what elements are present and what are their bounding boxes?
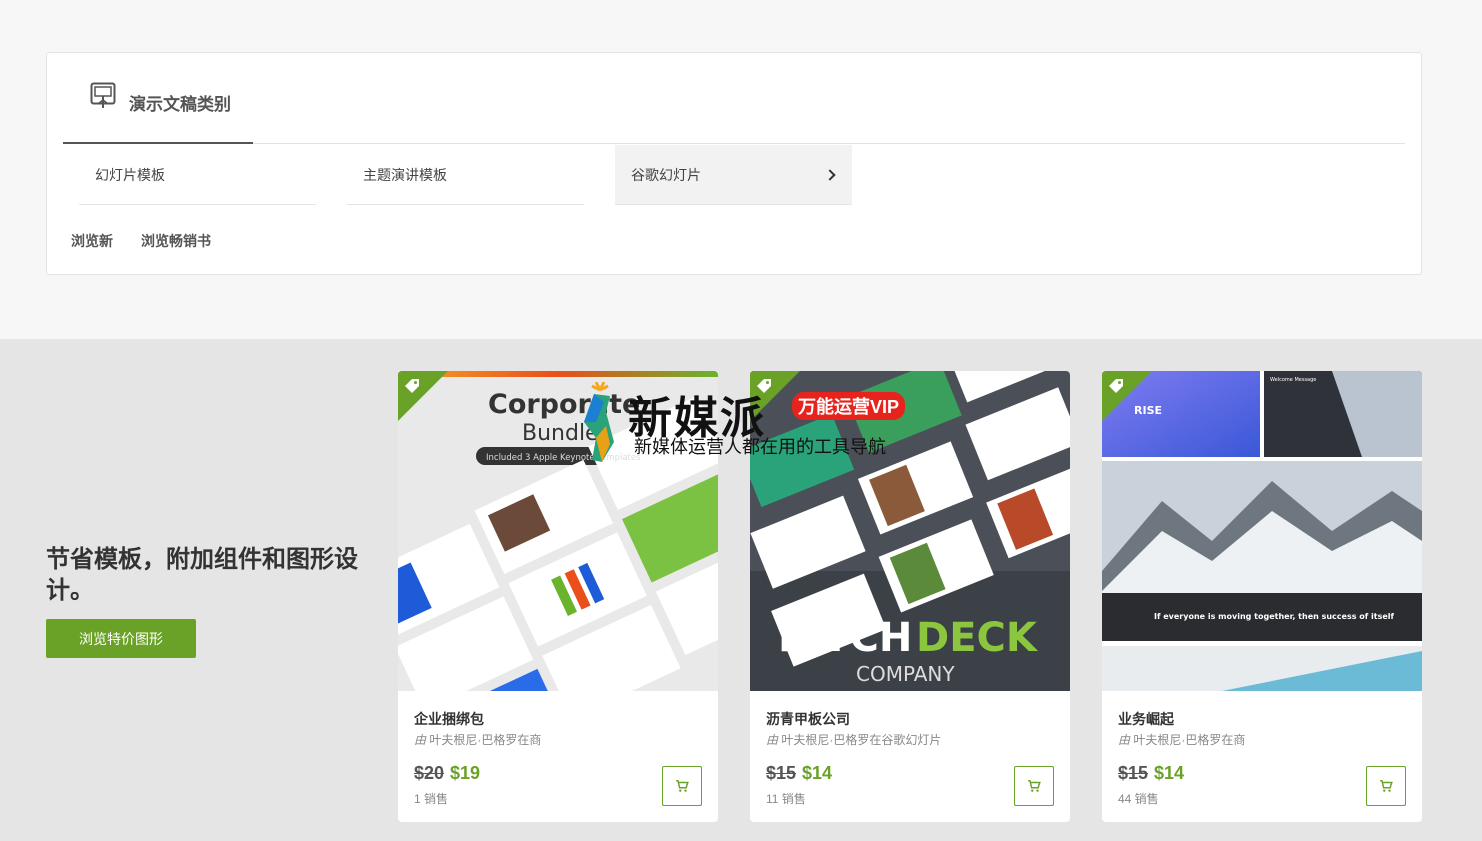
product-title[interactable]: 业务崛起 [1118,709,1174,729]
by-label: 由 [1118,733,1131,747]
category-item-label: 幻灯片模板 [95,167,165,183]
category-panel: 演示文稿类别 幻灯片模板 主题演讲模板 谷歌幻灯片 浏览新 浏览畅销书 [46,52,1422,275]
add-to-cart-button[interactable] [1366,766,1406,806]
active-underline [63,142,253,144]
add-to-cart-button[interactable] [1014,766,1054,806]
category-item-label: 主题演讲模板 [363,167,447,183]
thumb-text: COMPANY [856,662,955,686]
category-item-label: 谷歌幻灯片 [631,167,701,183]
author-name[interactable]: 叶夫根尼·巴格罗在商 [1133,733,1245,747]
watermark-tagline: 新媒体运营人都在用的工具导航 [634,437,886,457]
category-item-slides[interactable]: 幻灯片模板 [79,145,316,205]
category-item-google-slides[interactable]: 谷歌幻灯片 [615,145,852,205]
thumb-text: DECK [916,615,1039,661]
price-tag-icon [1109,379,1123,393]
original-price: $15 [1118,763,1149,783]
thumb-text: PITCH [778,615,912,661]
by-label: 由 [766,733,779,747]
top-section: 演示文稿类别 幻灯片模板 主题演讲模板 谷歌幻灯片 浏览新 浏览畅销书 [0,0,1482,339]
sale-price: $14 [802,763,833,783]
chevron-right-icon [824,169,836,181]
sale-price: $14 [1154,763,1185,783]
watermark-badge: 万能运营VIP [792,392,906,420]
thumb-text: Welcome Message [1270,377,1316,383]
sales-count: 44 销售 [1118,792,1159,806]
category-header: 演示文稿类别 [63,53,1405,144]
sales-count: 1 销售 [414,792,449,806]
original-price: $15 [766,763,797,783]
author-name[interactable]: 叶夫根尼·巴格罗在商 [429,733,541,747]
price-tag-icon [405,379,419,393]
presentation-icon [90,82,116,108]
browse-deals-button[interactable]: 浏览特价图形 [46,619,196,658]
cart-icon [676,780,689,792]
original-price: $20 [414,763,445,783]
by-label: 由 [414,733,427,747]
cart-icon [1028,780,1041,792]
product-author: 由 叶夫根尼·巴格罗在谷歌幻灯片 [766,731,941,748]
add-to-cart-button[interactable] [662,766,702,806]
product-author: 由 叶夫根尼·巴格罗在商 [414,731,541,748]
thumb-text: If everyone is moving together, then suc… [1154,612,1395,621]
watermark: 新媒派 万能运营VIP 新媒体运营人都在用的工具导航 [574,378,924,468]
sale-price: $19 [450,763,481,783]
deer-logo-icon [584,382,614,462]
author-name[interactable]: 叶夫根尼·巴格罗在谷歌幻灯片 [781,733,941,747]
cart-icon [1380,780,1393,792]
category-item-keynote[interactable]: 主题演讲模板 [347,145,584,205]
browse-new-link[interactable]: 浏览新 [71,231,113,251]
promo-title: 节省模板，附加组件和图形设计。 [46,546,358,604]
product-title[interactable]: 企业捆绑包 [414,709,484,729]
sales-count: 11 销售 [766,792,806,806]
product-title[interactable]: 沥青甲板公司 [766,709,850,729]
browse-bestsellers-link[interactable]: 浏览畅销书 [141,231,211,251]
product-card[interactable]: RISE Welcome Message If everyone is movi… [1102,371,1422,822]
category-title: 演示文稿类别 [129,95,231,114]
product-author: 由 叶夫根尼·巴格罗在商 [1118,731,1245,748]
